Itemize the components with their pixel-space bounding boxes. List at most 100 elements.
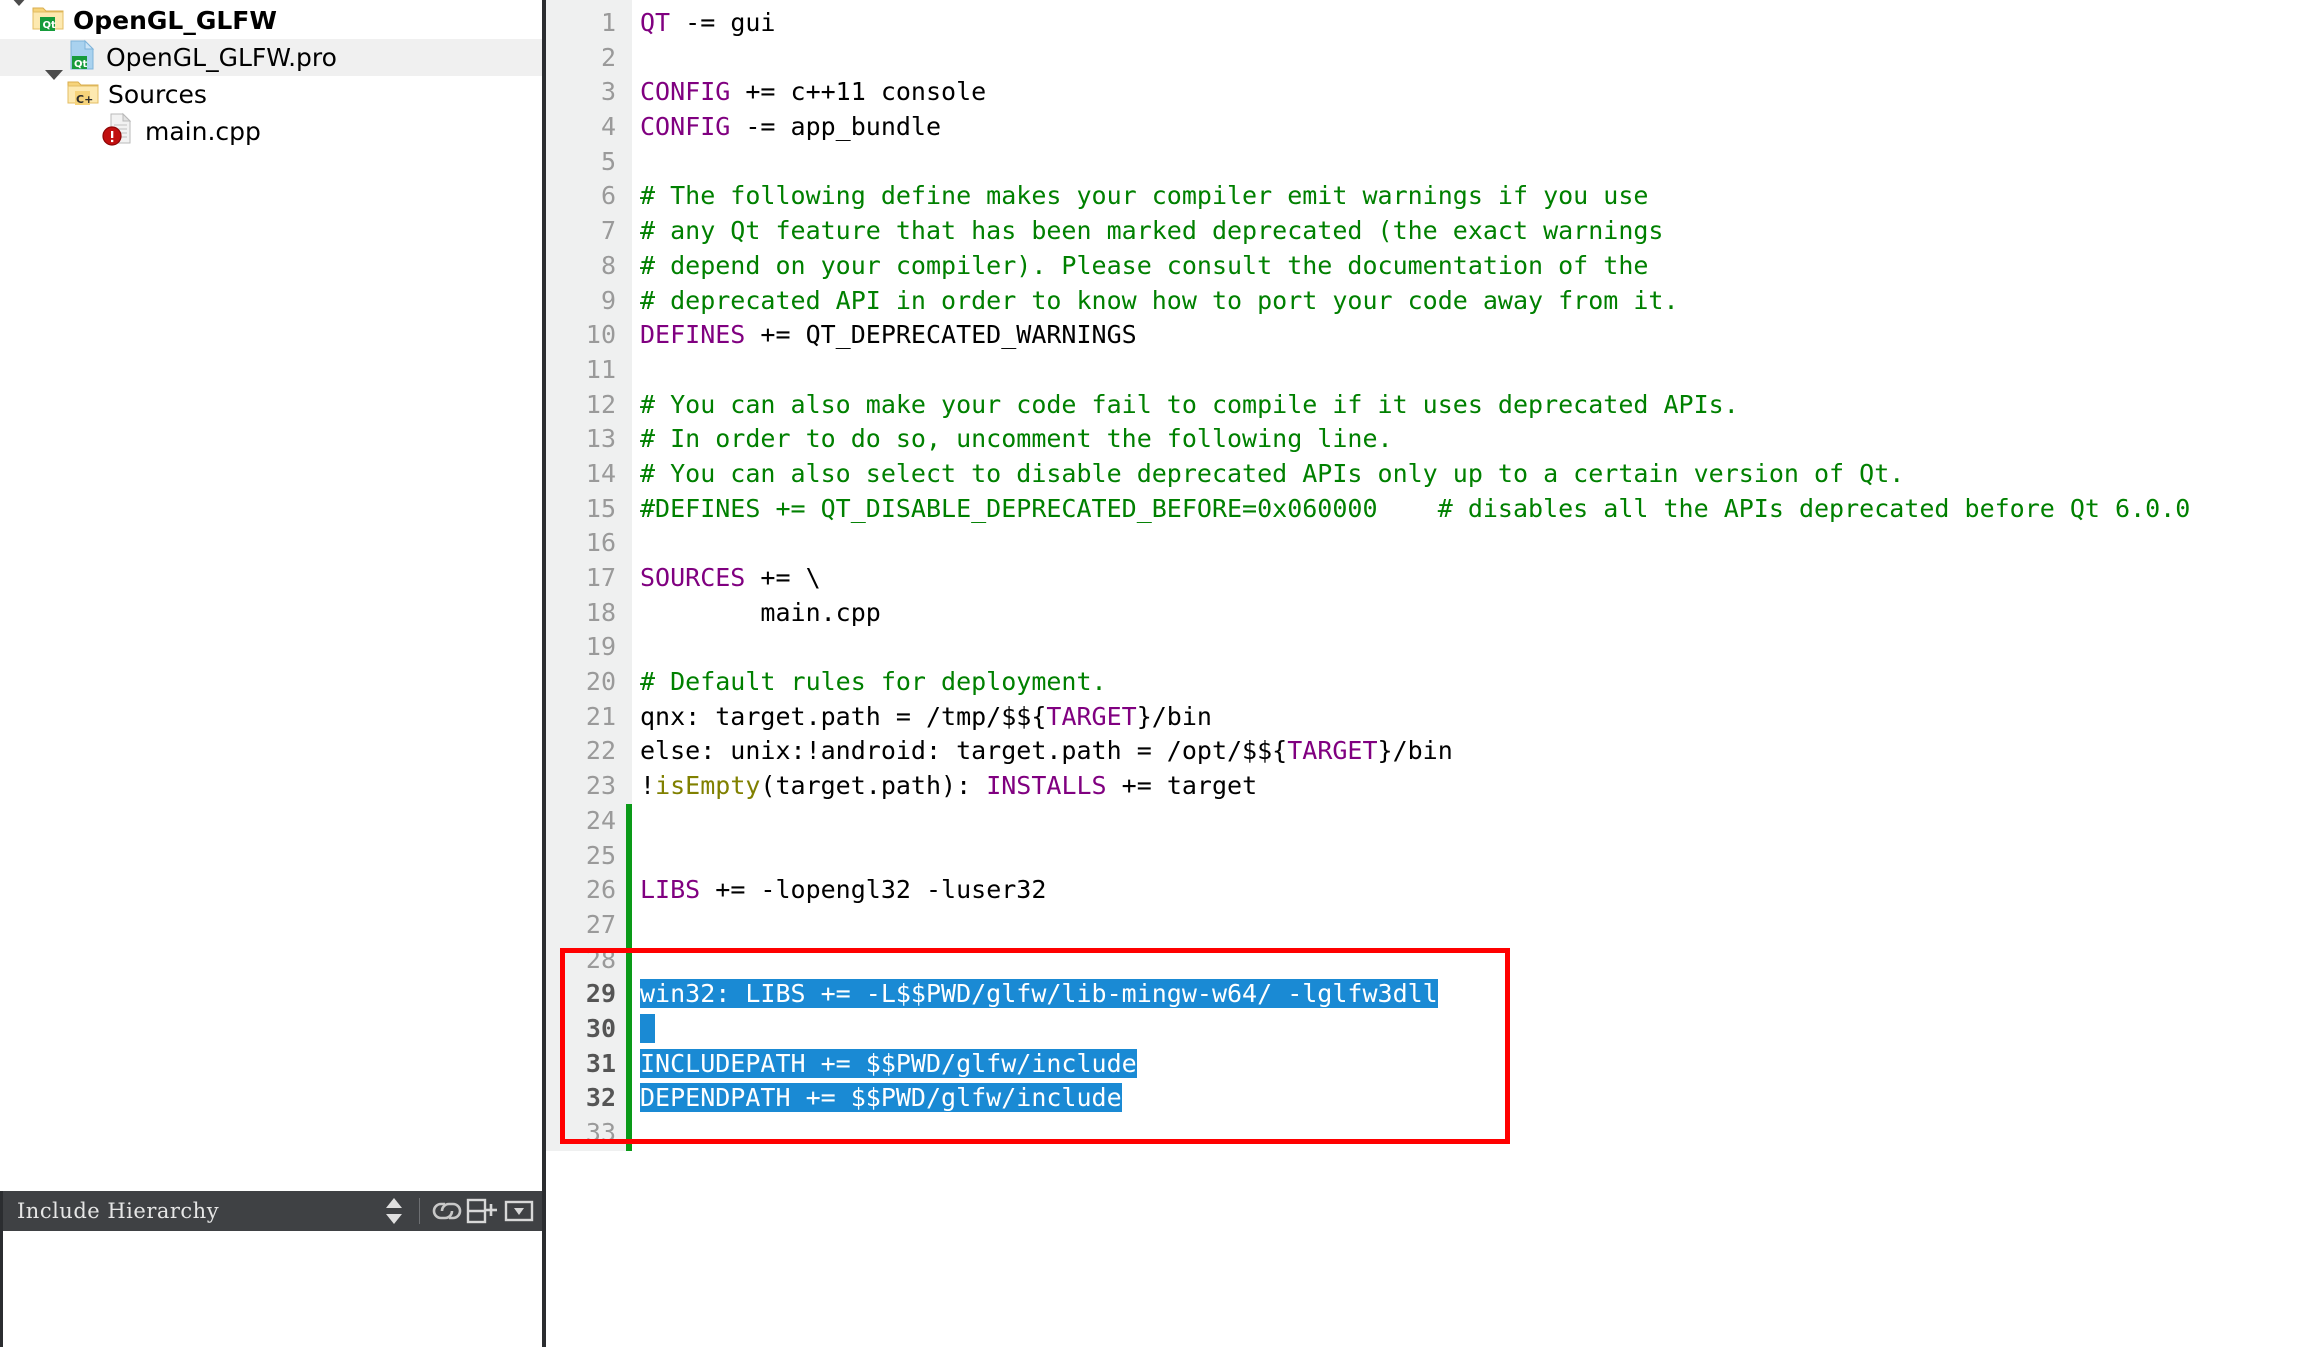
line-number: 31 [585,1048,616,1078]
line-number: 26 [585,875,616,905]
code-token: -= gui [670,8,776,37]
code-line[interactable]: QT -= gui [640,6,2298,41]
sort-updown-icon[interactable] [377,1194,411,1228]
code-line[interactable]: # any Qt feature that has been marked de… [640,214,2298,249]
svg-text:C+: C+ [76,93,93,106]
project-tree[interactable]: Qt OpenGL_GLFW Qt OpenGL_GLFW.pro C+ Sources m… [0,0,542,1189]
code-token: INSTALLS [986,771,1107,801]
tree-item-label: OpenGL_GLFW.pro [106,43,337,72]
code-line[interactable]: win32: LIBS += -L$$PWD/glfw/lib-mingw-w6… [640,977,2298,1012]
code-token: # depend on your compiler). Please consu… [640,250,1649,280]
code-line[interactable]: DEFINES += QT_DEPRECATED_WARNINGS [640,318,2298,353]
code-token: # The following define makes your compil… [640,181,1649,211]
code-line[interactable] [640,630,2298,665]
code-line[interactable]: qnx: target.path = /tmp/$${TARGET}/bin [640,700,2298,735]
code-line[interactable]: #DEFINES += QT_DISABLE_DEPRECATED_BEFORE… [640,492,2298,527]
code-line[interactable]: # depend on your compiler). Please consu… [640,249,2298,284]
line-number: 6 [600,181,616,211]
code-line[interactable]: # You can also make your code fail to co… [640,388,2298,423]
line-number: 33 [585,1118,616,1147]
code-token: qnx: target.path = /tmp/$${ [640,701,1047,731]
line-number: 27 [585,909,616,939]
code-line[interactable]: # Default rules for deployment. [640,665,2298,700]
code-line[interactable]: INCLUDEPATH += $$PWD/glfw/include [640,1047,2298,1082]
svg-text:Qt: Qt [43,20,57,31]
code-token: }/bin [1377,736,1453,766]
tree-item-label: OpenGL_GLFW [73,6,277,35]
code-token: INCLUDEPATH += $$PWD/glfw/include [640,1048,1137,1078]
code-text[interactable]: QT -= gui CONFIG += c++11 console CONFIG … [632,0,2298,1151]
code-line[interactable] [640,908,2298,943]
code-line[interactable]: main.cpp [640,596,2298,631]
code-line[interactable]: # In order to do so, uncomment the follo… [640,422,2298,457]
code-line[interactable] [640,839,2298,874]
line-number: 19 [585,632,616,662]
tree-item-opengl-glfw-pro[interactable]: Qt OpenGL_GLFW.pro [0,39,542,76]
code-line[interactable] [640,804,2298,839]
line-number: 21 [585,701,616,731]
qt-creator-window: Qt OpenGL_GLFW Qt OpenGL_GLFW.pro C+ Sources m… [0,0,2298,1347]
code-token: CONFIG [640,112,731,142]
expander-arrow-icon[interactable] [10,0,32,35]
line-number: 10 [585,320,616,350]
code-line[interactable]: # You can also select to disable depreca… [640,457,2298,492]
dropdown-menu-icon[interactable] [502,1194,536,1228]
code-area[interactable]: 1 2 3 4 5 6 7 8 9 10 11 12 13 14 15 16 17 18 19 20 21 22 23 24 2… [546,0,2298,1152]
left-sidebar: Qt OpenGL_GLFW Qt OpenGL_GLFW.pro C+ Sources m… [0,0,542,1347]
code-token: += -lopengl32 -luser32 [700,875,1047,905]
include-hierarchy-content [0,1231,542,1347]
split-pane-add-icon[interactable] [466,1194,500,1228]
line-number: 14 [585,458,616,488]
code-line[interactable]: !isEmpty(target.path): INSTALLS += targe… [640,769,2298,804]
tree-item-opengl-glfw[interactable]: Qt OpenGL_GLFW [0,0,542,39]
code-token: QT [640,8,671,37]
code-line[interactable]: else: unix:!android: target.path = /opt/… [640,734,2298,769]
code-token: SOURCES [640,563,746,592]
code-token: LIBS [640,875,701,905]
line-number: 22 [585,736,616,766]
code-line[interactable] [640,145,2298,180]
code-token: main.cpp [640,597,881,627]
code-line[interactable] [640,41,2298,76]
code-line[interactable]: # The following define makes your compil… [640,179,2298,214]
tree-item-label: main.cpp [145,117,261,146]
code-token: (target.path): [760,771,987,801]
expander-arrow-icon[interactable] [45,70,67,109]
code-token: # You can also make your code fail to co… [640,389,1739,419]
tree-item-main-cpp[interactable]: main.cpp [0,112,542,150]
line-number: 30 [585,1013,616,1043]
code-line[interactable]: # deprecated API in order to know how to… [640,284,2298,319]
code-line[interactable]: DEPENDPATH += $$PWD/glfw/include [640,1081,2298,1116]
code-token: }/bin [1136,701,1212,731]
code-token: += \ [745,563,821,592]
toolbar-divider [419,1198,420,1224]
tree-item-sources[interactable]: C+ Sources [0,70,542,113]
line-number: 12 [585,389,616,419]
line-number: 17 [585,563,616,592]
line-number: 32 [585,1083,616,1113]
qt-profile-file-icon: Qt [67,39,97,77]
chevron-down-icon [45,70,63,109]
line-number: 2 [600,42,616,72]
code-line[interactable] [640,526,2298,561]
code-line[interactable] [640,1116,2298,1151]
code-token: DEFINES [640,320,746,350]
code-token: # any Qt feature that has been marked de… [640,216,1664,246]
line-number: 4 [600,112,616,142]
code-line[interactable] [640,353,2298,388]
code-line[interactable]: SOURCES += \ [640,561,2298,596]
code-line[interactable] [640,1012,2298,1047]
chevron-down-icon [10,0,28,35]
code-line[interactable]: CONFIG -= app_bundle [640,110,2298,145]
link-icon[interactable] [430,1194,464,1228]
code-editor[interactable]: 1 2 3 4 5 6 7 8 9 10 11 12 13 14 15 16 17 18 19 20 21 22 23 24 2… [542,0,2298,1347]
line-number: 5 [600,146,616,176]
line-number: 29 [585,979,616,1009]
code-line[interactable]: LIBS += -lopengl32 -luser32 [640,873,2298,908]
code-line[interactable]: CONFIG += c++11 console [640,75,2298,110]
line-number: 24 [585,805,616,835]
code-token: TARGET [1287,736,1378,766]
code-token: # deprecated API in order to know how to… [640,285,1679,315]
line-number: 8 [600,250,616,280]
code-line[interactable] [640,943,2298,978]
